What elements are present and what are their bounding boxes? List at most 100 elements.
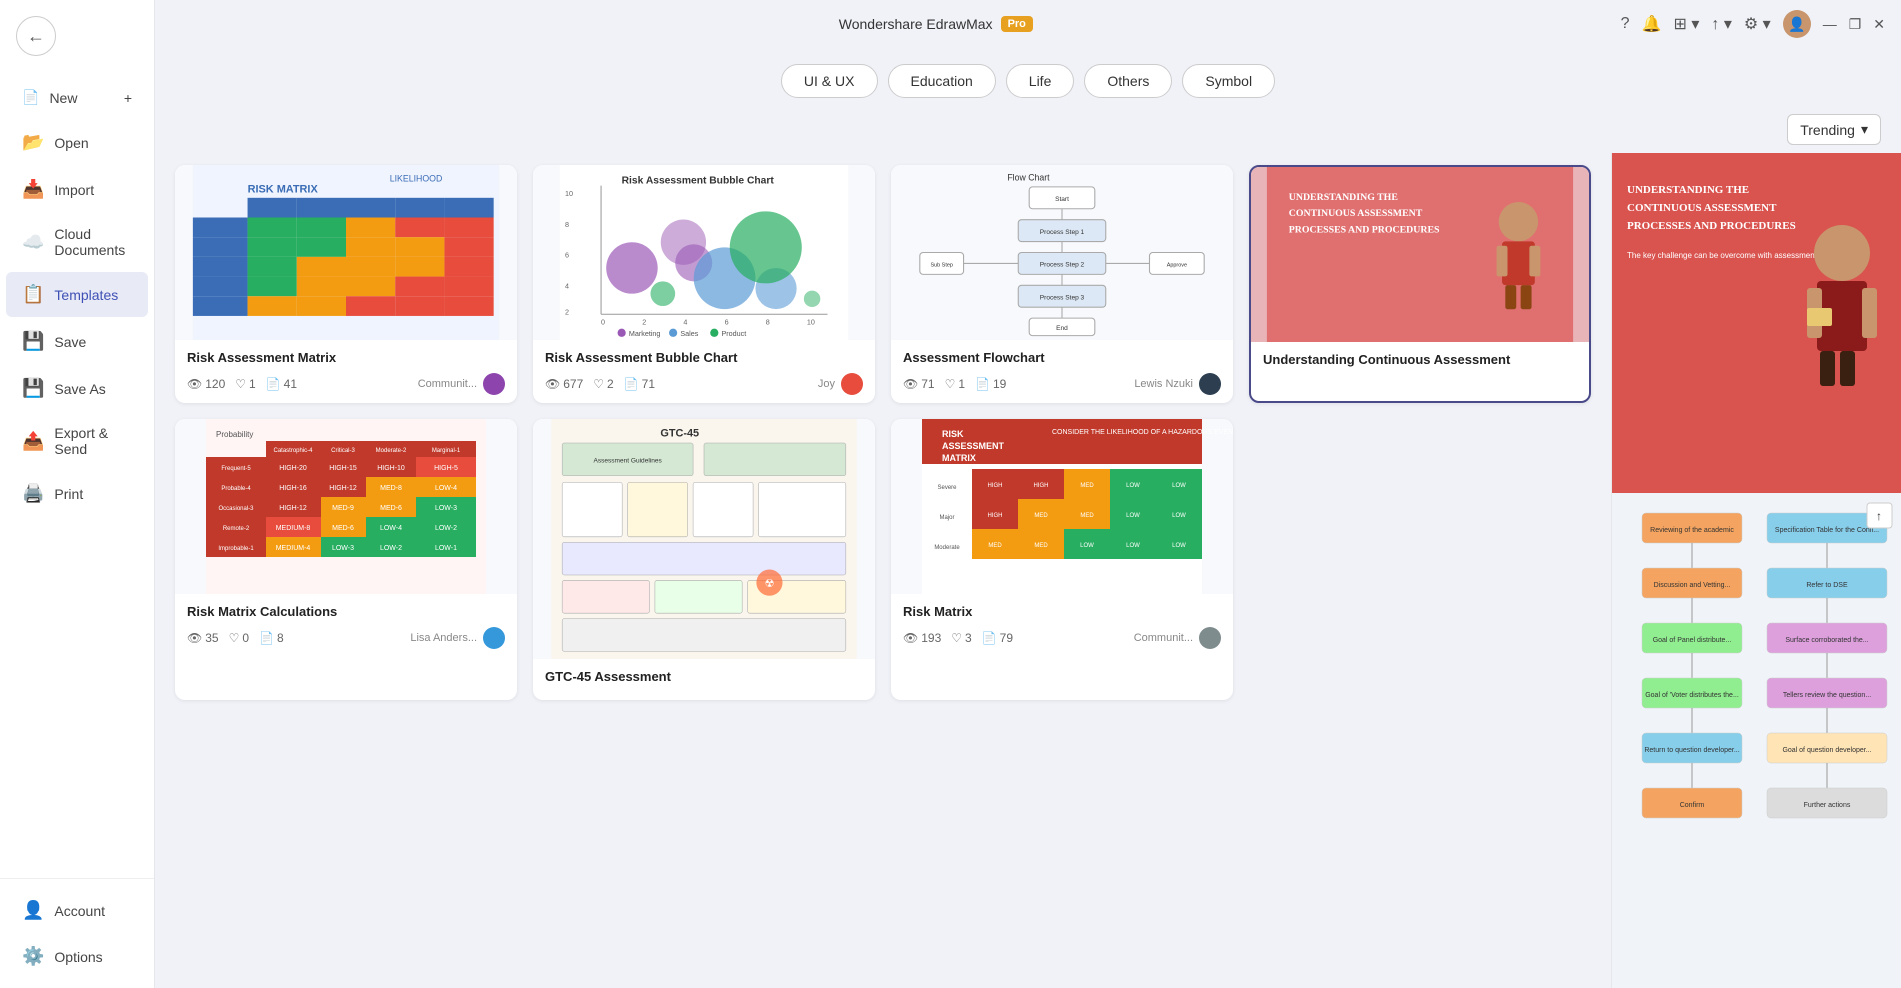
svg-text:LOW: LOW (1172, 513, 1186, 519)
sidebar-item-new-label: New (49, 90, 77, 106)
svg-text:Confirm: Confirm (1680, 802, 1705, 809)
sidebar-item-export[interactable]: 📤 Export & Send (6, 413, 148, 469)
card-2-meta: 👁 677 ♡ 2 📄 71 Joy (545, 373, 863, 395)
svg-text:HIGH: HIGH (1034, 483, 1049, 489)
filter-bar: UI & UX Education Life Others Symbol (155, 48, 1901, 106)
template-card-6[interactable]: GTC-45 Assessment Guidelines (533, 419, 875, 700)
sidebar-item-templates[interactable]: 📋 Templates (6, 272, 148, 317)
settings-button[interactable]: ⚙ ▾ (1744, 14, 1771, 34)
svg-text:Occasional-3: Occasional-3 (218, 506, 254, 512)
card-7-copies: 📄 79 (982, 631, 1013, 645)
svg-text:10: 10 (565, 189, 573, 198)
card-5-stats: 👁 35 ♡ 0 📄 8 (187, 631, 284, 645)
restore-button[interactable]: ❐ (1849, 16, 1862, 33)
user-avatar[interactable]: 👤 (1783, 10, 1811, 38)
card-4-title: Understanding Continuous Assessment (1263, 352, 1577, 367)
card-5-meta: 👁 35 ♡ 0 📄 8 Lisa Anders... (187, 627, 505, 649)
card-3-avatar (1199, 373, 1221, 395)
sidebar-item-open[interactable]: 📂 Open (6, 120, 148, 165)
open-icon: 📂 (22, 132, 44, 153)
svg-text:LOW: LOW (1172, 483, 1186, 489)
templates-icon: 📋 (22, 284, 44, 305)
svg-text:HIGH-12: HIGH-12 (329, 485, 357, 492)
card-2-copies: 📄 71 (624, 377, 655, 391)
svg-text:HIGH-5: HIGH-5 (434, 465, 458, 472)
card-3-likes: ♡ 1 (945, 377, 965, 391)
apps-button[interactable]: ⊞ ▾ (1673, 14, 1699, 34)
template-card-4[interactable]: UNDERSTANDING THE CONTINUOUS ASSESSMENT … (1249, 165, 1591, 403)
template-card-5[interactable]: Probability Catastrophic-4 Critical-3 Mo… (175, 419, 517, 700)
svg-text:Approve: Approve (1167, 263, 1187, 269)
filter-uiux[interactable]: UI & UX (781, 64, 878, 98)
main-area: UI & UX Education Life Others Symbol Tre… (155, 48, 1901, 988)
svg-text:0: 0 (601, 318, 605, 327)
card-1-avatar (483, 373, 505, 395)
card-7-author: Communit... (1134, 627, 1221, 649)
sidebar-item-save[interactable]: 💾 Save (6, 319, 148, 364)
svg-text:☢: ☢ (765, 578, 775, 590)
svg-text:RISK: RISK (942, 429, 964, 439)
svg-text:MED-8: MED-8 (380, 485, 402, 492)
sidebar-item-import[interactable]: 📥 Import (6, 167, 148, 212)
svg-text:Flow Chart: Flow Chart (1007, 172, 1050, 182)
filter-others[interactable]: Others (1084, 64, 1172, 98)
sidebar-item-export-label: Export & Send (54, 425, 132, 457)
svg-text:MED-6: MED-6 (332, 525, 354, 532)
template-card-1[interactable]: RISK MATRIX LIKELIHOOD (175, 165, 517, 403)
card-5-title: Risk Matrix Calculations (187, 604, 505, 619)
sidebar: ← 📄 New + 📂 Open 📥 Import ☁️ Cloud Docum… (0, 0, 155, 988)
upload-button[interactable]: ↑ ▾ (1711, 14, 1731, 34)
import-icon: 📥 (22, 179, 44, 200)
sidebar-item-open-label: Open (54, 135, 88, 151)
card-3-meta: 👁 71 ♡ 1 📄 19 Lewis Nzuki (903, 373, 1221, 395)
sidebar-item-account[interactable]: 👤 Account (6, 888, 148, 933)
template-card-7[interactable]: RISK ASSESSMENT MATRIX CONSIDER THE LIKE… (891, 419, 1233, 700)
svg-text:CONTINUOUS ASSESSMENT: CONTINUOUS ASSESSMENT (1289, 208, 1423, 219)
card-1-likes: ♡ 1 (235, 377, 255, 391)
card-3-author: Lewis Nzuki (1134, 373, 1221, 395)
sidebar-nav: 📄 New + 📂 Open 📥 Import ☁️ Cloud Documen… (0, 72, 154, 878)
sidebar-item-print[interactable]: 🖨️ Print (6, 471, 148, 516)
card-7-image: RISK ASSESSMENT MATRIX CONSIDER THE LIKE… (891, 419, 1233, 594)
filter-education[interactable]: Education (888, 64, 996, 98)
svg-text:Process Step 2: Process Step 2 (1040, 262, 1085, 269)
minimize-button[interactable]: — (1823, 16, 1837, 32)
svg-text:HIGH-10: HIGH-10 (377, 465, 405, 472)
card-1-image: RISK MATRIX LIKELIHOOD (175, 165, 517, 340)
svg-text:UNDERSTANDING THE: UNDERSTANDING THE (1627, 184, 1749, 196)
card-1-stats: 👁 120 ♡ 1 📄 41 (187, 377, 297, 391)
sidebar-item-options[interactable]: ⚙️ Options (6, 934, 148, 979)
card-2-views: 👁 677 (545, 377, 583, 391)
svg-text:Probable-4: Probable-4 (221, 486, 251, 492)
preview-panel: UNDERSTANDING THE CONTINUOUS ASSESSMENT … (1612, 153, 1901, 988)
card-6-image: GTC-45 Assessment Guidelines (533, 419, 875, 659)
svg-text:End: End (1056, 325, 1068, 332)
filter-symbol[interactable]: Symbol (1182, 64, 1275, 98)
notification-button[interactable]: 🔔 (1642, 14, 1662, 34)
card-1-views: 👁 120 (187, 377, 225, 391)
svg-text:MEDIUM-4: MEDIUM-4 (276, 545, 311, 552)
svg-text:Process Step 1: Process Step 1 (1040, 229, 1085, 236)
back-button[interactable]: ← (16, 16, 56, 56)
template-card-2[interactable]: Risk Assessment Bubble Chart 10 8 6 4 2 … (533, 165, 875, 403)
sidebar-item-new[interactable]: 📄 New + (6, 77, 148, 118)
card-2-avatar (841, 373, 863, 395)
svg-text:MED: MED (1034, 543, 1048, 549)
sidebar-item-saveas[interactable]: 💾 Save As (6, 366, 148, 411)
svg-text:UNDERSTANDING THE: UNDERSTANDING THE (1289, 192, 1399, 203)
svg-text:LOW: LOW (1126, 543, 1140, 549)
saveas-icon: 💾 (22, 378, 44, 399)
template-card-3[interactable]: Flow Chart Start Process Step 1 Process … (891, 165, 1233, 403)
filter-life[interactable]: Life (1006, 64, 1075, 98)
svg-text:Product: Product (722, 329, 747, 338)
sort-dropdown[interactable]: Trending ▾ (1787, 114, 1881, 145)
svg-text:Specification Table for the Co: Specification Table for the Confi... (1775, 527, 1879, 534)
svg-text:Probability: Probability (216, 430, 253, 439)
svg-text:HIGH: HIGH (988, 513, 1003, 519)
card-4-info: Understanding Continuous Assessment (1251, 342, 1589, 383)
card-2-stats: 👁 677 ♡ 2 📄 71 (545, 377, 655, 391)
help-button[interactable]: ? (1621, 15, 1630, 33)
sidebar-item-cloud[interactable]: ☁️ Cloud Documents (6, 214, 148, 270)
close-button[interactable]: ✕ (1873, 16, 1885, 33)
svg-text:Severe: Severe (937, 485, 957, 491)
